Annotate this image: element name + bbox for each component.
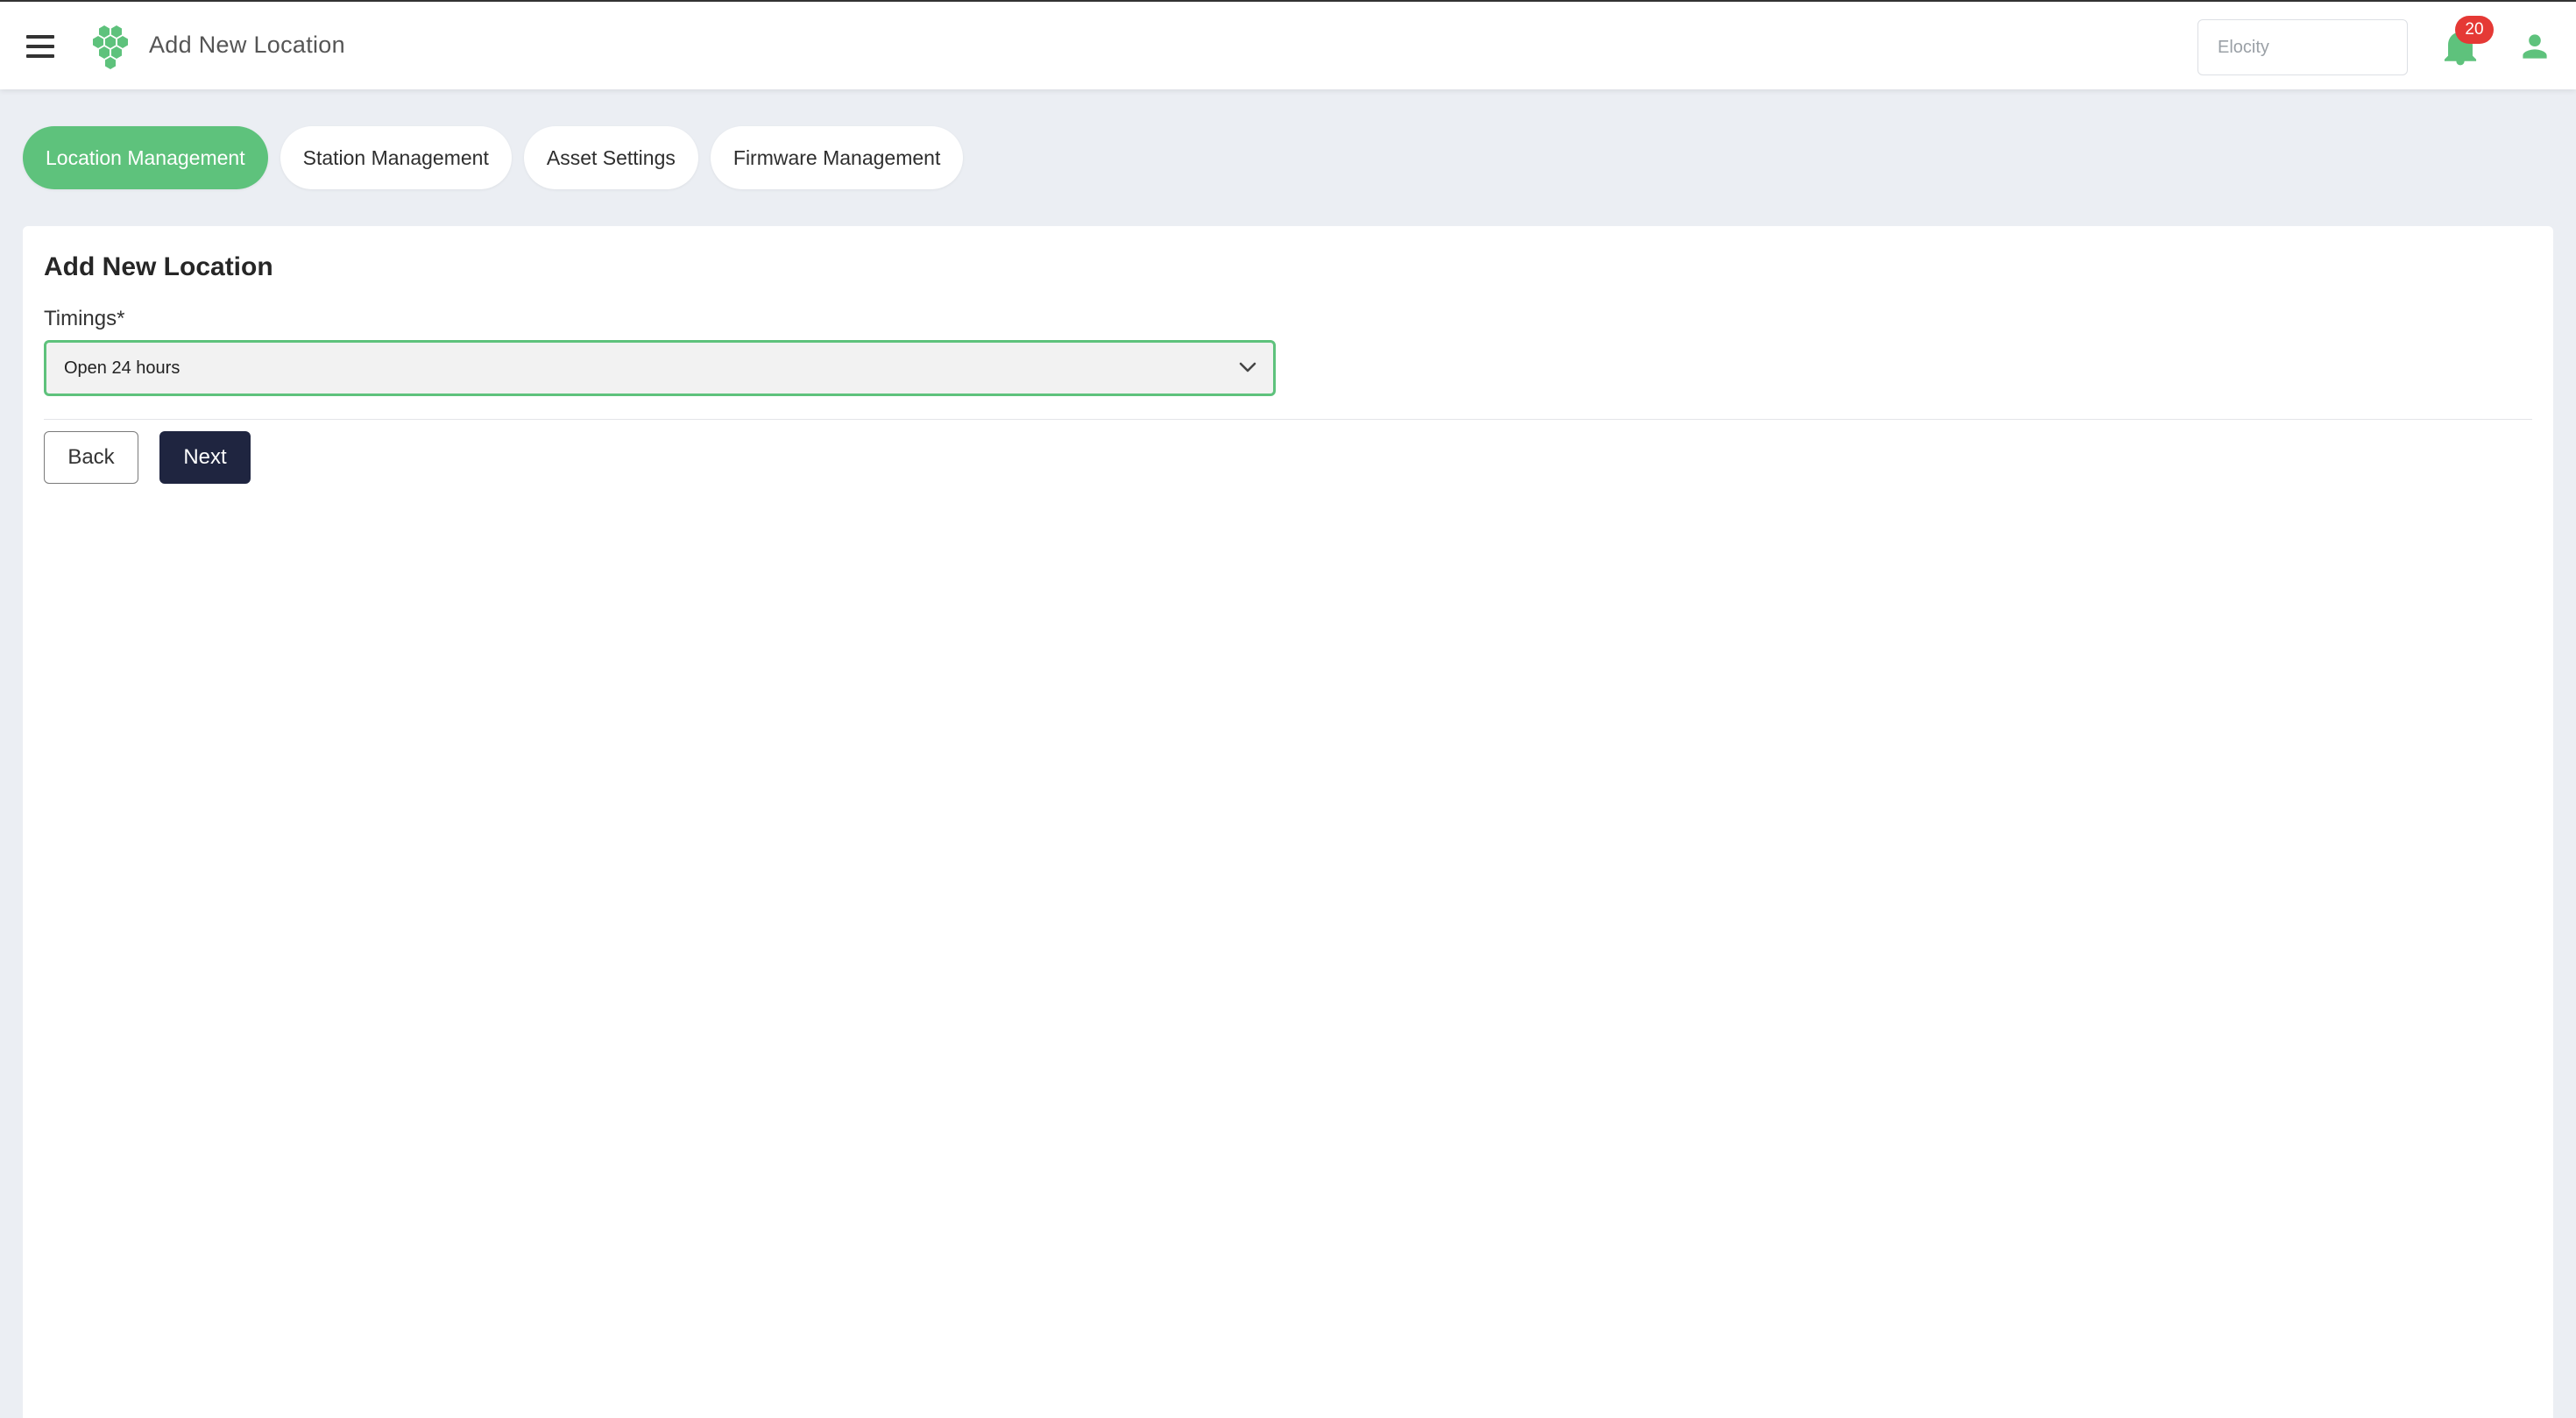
timings-selected-value: Open 24 hours xyxy=(64,358,180,378)
add-location-card: Add New Location Timings* Open 24 hours … xyxy=(23,226,2553,1418)
next-button[interactable]: Next xyxy=(159,431,251,484)
hexagon-cluster-logo xyxy=(93,25,128,69)
tab-firmware-management[interactable]: Firmware Management xyxy=(710,126,964,189)
notification-badge: 20 xyxy=(2455,16,2494,44)
organization-field[interactable]: Elocity xyxy=(2197,19,2408,75)
back-button[interactable]: Back xyxy=(44,431,138,484)
top-app-bar: Add New Location Elocity 20 xyxy=(0,0,2576,89)
form-divider xyxy=(44,419,2532,420)
page-title: Add New Location xyxy=(149,32,345,58)
hamburger-menu-icon[interactable] xyxy=(23,32,58,61)
chevron-down-icon xyxy=(1239,362,1256,372)
timings-label: Timings* xyxy=(44,307,125,330)
management-tabs: Location Management Station Management A… xyxy=(23,126,964,189)
tab-location-management[interactable]: Location Management xyxy=(23,126,268,189)
timings-select[interactable]: Open 24 hours xyxy=(44,340,1276,396)
form-title: Add New Location xyxy=(44,252,273,281)
tab-asset-settings[interactable]: Asset Settings xyxy=(523,126,698,189)
organization-placeholder: Elocity xyxy=(2218,37,2269,57)
tab-station-management[interactable]: Station Management xyxy=(280,126,512,189)
user-icon[interactable] xyxy=(2520,32,2550,61)
